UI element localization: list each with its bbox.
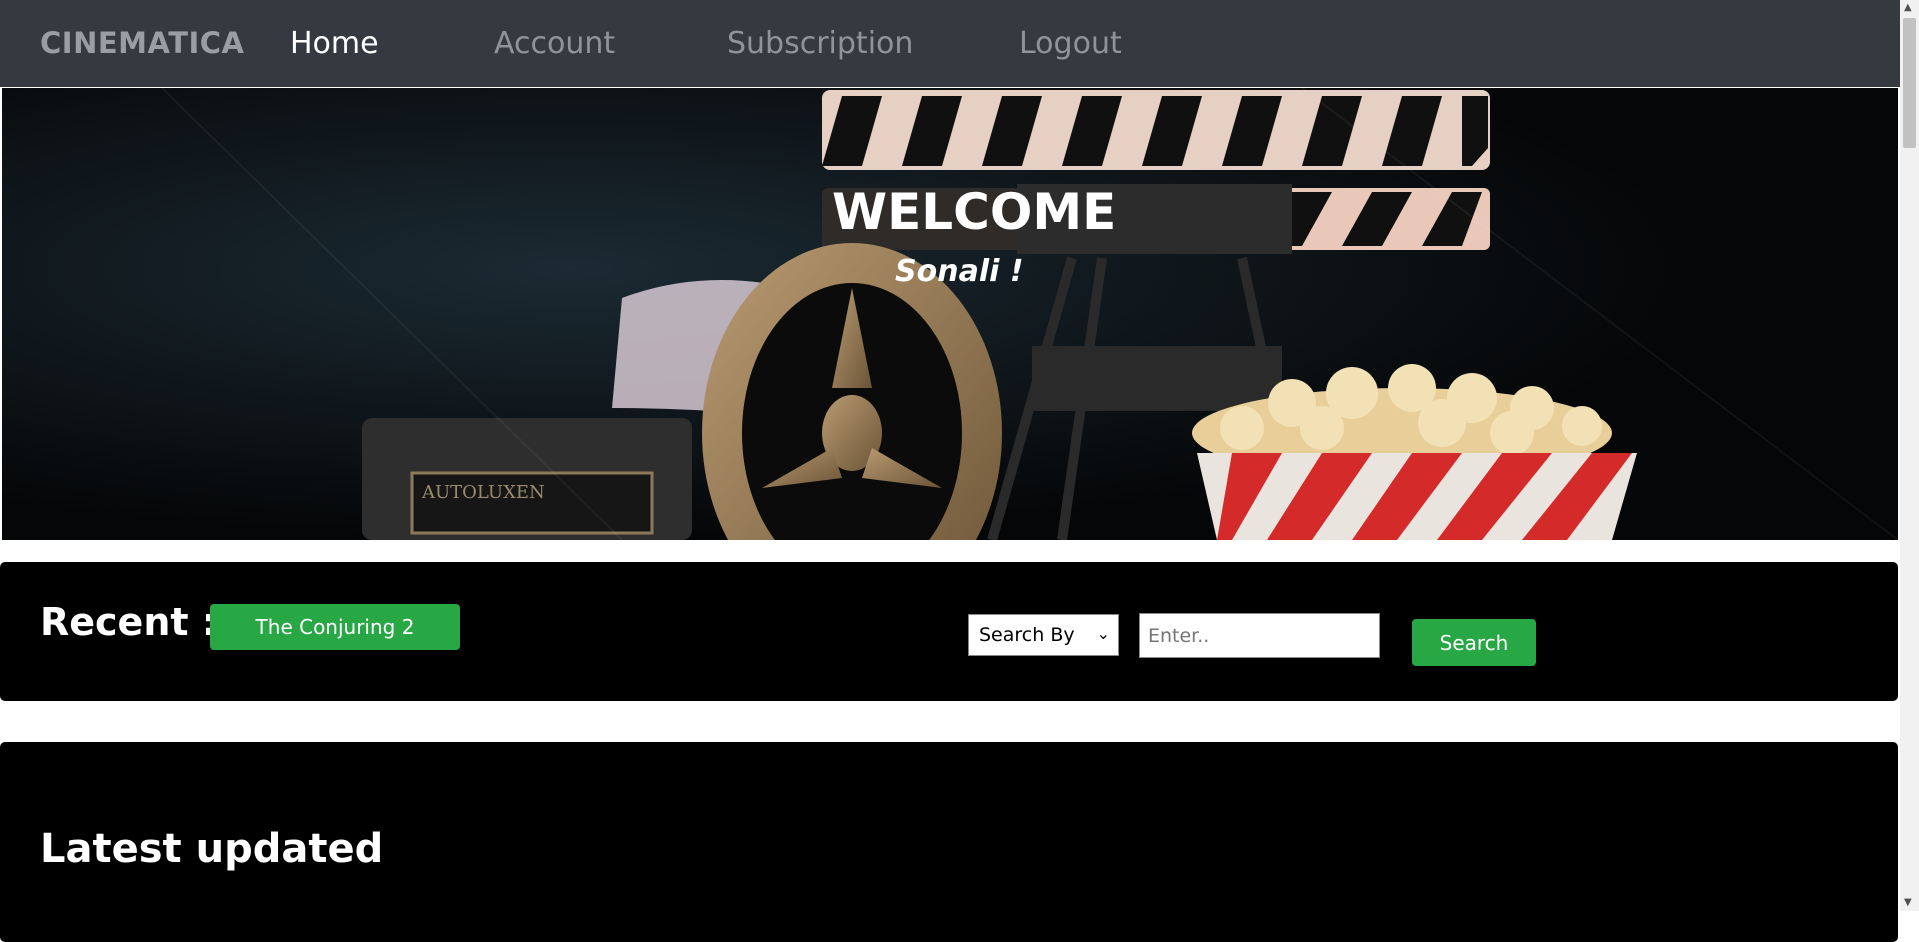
scroll-down-arrow-icon[interactable]: ▼ (1904, 897, 1912, 908)
top-navbar: CINEMATICA Home Account Subscription Log… (0, 0, 1900, 87)
recent-search-panel: Recent : The Conjuring 2 Search By ⌄ Ent… (0, 562, 1898, 701)
search-button[interactable]: Search (1412, 619, 1536, 666)
search-input[interactable]: Enter.. (1139, 613, 1380, 658)
projector-icon: AUTOLUXEN (362, 418, 692, 540)
projector-label-text: AUTOLUXEN (421, 482, 545, 503)
nav-link-account[interactable]: Account (494, 26, 615, 61)
film-gate-icon (1032, 346, 1282, 411)
brand-logo[interactable]: CINEMATICA (40, 26, 245, 60)
hero-cinema-illustration: AUTOLUXEN (2, 88, 1898, 540)
nav-link-logout[interactable]: Logout (1019, 26, 1122, 61)
welcome-username: Sonali ! (895, 254, 1024, 289)
welcome-heading: WELCOME (832, 183, 1117, 241)
nav-link-home[interactable]: Home (290, 26, 379, 61)
latest-updated-heading: Latest updated (40, 826, 384, 872)
recent-movie-button[interactable]: The Conjuring 2 (210, 604, 460, 650)
recent-label: Recent : (40, 600, 217, 644)
nav-link-subscription[interactable]: Subscription (727, 26, 913, 61)
search-by-select-value: Search By (979, 624, 1075, 646)
scrollbar-thumb[interactable] (1903, 18, 1916, 148)
latest-updated-panel: Latest updated (0, 742, 1898, 942)
search-input-placeholder: Enter.. (1148, 624, 1210, 647)
search-by-select[interactable]: Search By ⌄ (968, 614, 1119, 656)
hero-banner: AUTOLUXEN WELCOME Sonali ! (2, 88, 1898, 540)
chevron-down-icon: ⌄ (1096, 624, 1110, 643)
page-scrollbar[interactable]: ▲ ▼ (1900, 0, 1919, 911)
scroll-up-arrow-icon[interactable]: ▲ (1904, 2, 1912, 13)
